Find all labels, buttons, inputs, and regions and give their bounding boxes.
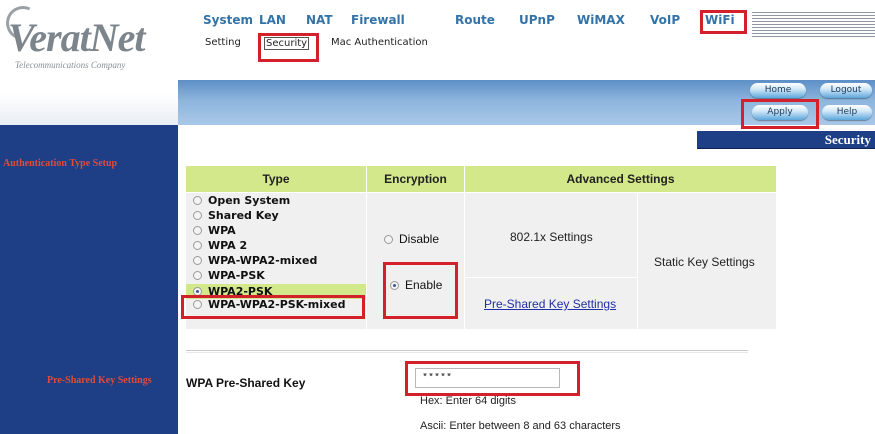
banner-left xyxy=(0,80,178,125)
dot1x-settings-label: 802.1x Settings xyxy=(510,230,593,244)
help-button[interactable]: Help xyxy=(822,105,872,120)
home-button[interactable]: Home xyxy=(750,83,806,98)
nav-wifi[interactable]: WiFi xyxy=(705,13,735,27)
ascii-hint: Ascii: Enter between 8 and 63 characters xyxy=(420,420,621,432)
radio-icon[interactable] xyxy=(193,226,202,235)
logo-brand: VeratNet xyxy=(8,15,145,60)
nav-voip[interactable]: VoIP xyxy=(650,13,680,27)
type-option-wpa[interactable]: WPA xyxy=(193,223,236,238)
radio-icon[interactable] xyxy=(193,271,202,280)
divider xyxy=(186,350,748,353)
type-option-shared-key[interactable]: Shared Key xyxy=(193,208,279,223)
encryption-disable-option[interactable]: Disable xyxy=(384,232,439,246)
auth-type-setup-label: Authentication Type Setup xyxy=(3,158,118,169)
hex-hint: Hex: Enter 64 digits xyxy=(420,395,516,407)
subnav-security[interactable]: Security xyxy=(264,37,310,50)
type-option-open-system[interactable]: Open System xyxy=(193,193,290,208)
logout-button[interactable]: Logout xyxy=(820,83,872,98)
subnav-mac-authentication[interactable]: Mac Authentication xyxy=(331,37,428,48)
header-type: Type xyxy=(186,166,366,192)
type-list: Open System Shared Key WPA WPA 2 WPA-WPA… xyxy=(186,193,366,329)
psk-settings-label: Pre-Shared Key Settings xyxy=(47,375,152,386)
security-table: Type Encryption Advanced Settings Open S… xyxy=(186,166,776,329)
radio-icon[interactable] xyxy=(193,300,202,309)
encryption-enable-option[interactable]: Enable xyxy=(390,278,442,292)
radio-icon[interactable] xyxy=(193,196,202,205)
type-option-wpa-psk[interactable]: WPA-PSK xyxy=(193,268,265,283)
nav-upnp[interactable]: UPnP xyxy=(519,13,555,27)
header-encryption: Encryption xyxy=(367,166,464,192)
radio-icon[interactable] xyxy=(193,256,202,265)
nav-wimax[interactable]: WiMAX xyxy=(577,13,625,27)
header-stripes xyxy=(752,12,875,38)
apply-button[interactable]: Apply xyxy=(752,105,808,120)
radio-selected-icon[interactable] xyxy=(193,287,202,296)
static-key-settings-label: Static Key Settings xyxy=(654,255,755,269)
sidebar xyxy=(0,125,178,434)
nav-nat[interactable]: NAT xyxy=(306,13,333,27)
type-option-wpa-wpa2-mixed[interactable]: WPA-WPA2-mixed xyxy=(193,253,317,268)
encryption-cell xyxy=(367,193,464,329)
header-advanced: Advanced Settings xyxy=(465,166,776,192)
type-option-wpa2[interactable]: WPA 2 xyxy=(193,238,247,253)
type-option-wpa-wpa2-psk-mixed[interactable]: WPA-WPA2-PSK-mixed xyxy=(193,300,345,310)
psk-input[interactable] xyxy=(415,368,560,388)
sidebar-title: Security xyxy=(697,131,875,149)
psk-field-label: WPA Pre-Shared Key xyxy=(186,376,306,390)
radio-icon[interactable] xyxy=(384,235,393,244)
psk-settings-link[interactable]: Pre-Shared Key Settings xyxy=(484,297,616,311)
radio-icon[interactable] xyxy=(193,241,202,250)
subnav-setting[interactable]: Setting xyxy=(205,37,241,48)
nav-firewall[interactable]: Firewall xyxy=(351,13,405,27)
logo: VeratNet Telecommunications Company xyxy=(0,0,178,82)
nav-route[interactable]: Route xyxy=(455,13,495,27)
radio-selected-icon[interactable] xyxy=(390,281,399,290)
nav-system[interactable]: System xyxy=(203,13,253,27)
type-option-wpa2-psk[interactable]: WPA2-PSK xyxy=(186,284,366,299)
nav-lan[interactable]: LAN xyxy=(259,13,286,27)
radio-icon[interactable] xyxy=(193,211,202,220)
logo-tagline: Telecommunications Company xyxy=(15,60,126,70)
